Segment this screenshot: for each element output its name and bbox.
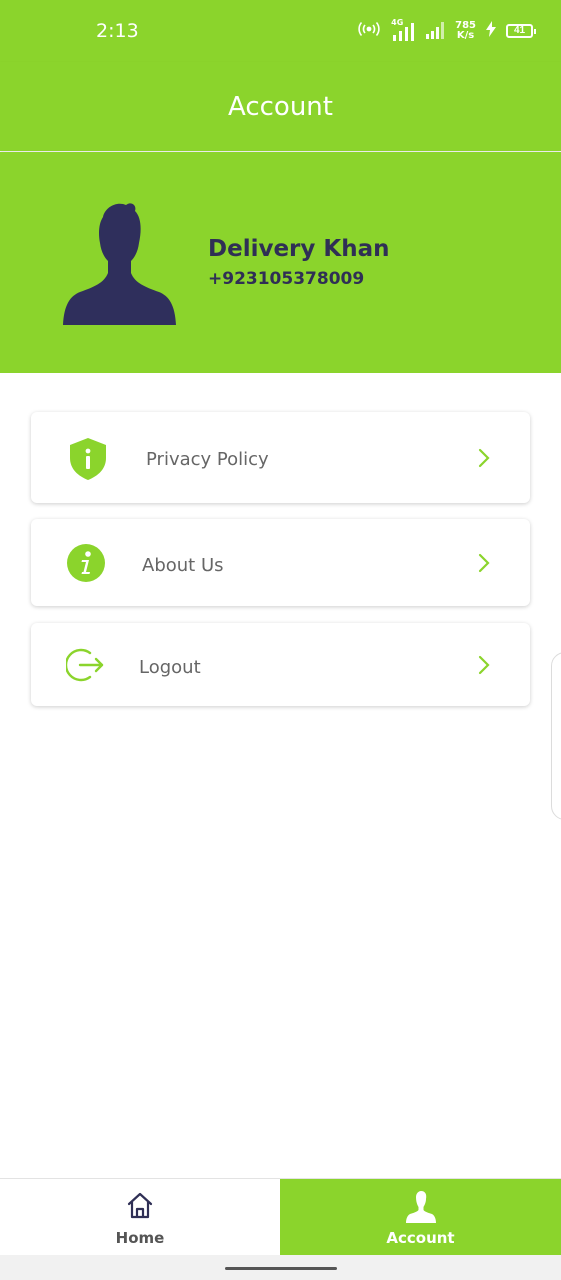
nav-account-label: Account	[386, 1229, 455, 1247]
profile-section: Delivery Khan +923105378009	[0, 152, 561, 373]
menu-item-logout[interactable]: Logout	[31, 623, 530, 706]
chevron-right-icon	[478, 448, 490, 468]
user-icon	[405, 1191, 436, 1223]
nav-account[interactable]: Account	[280, 1179, 561, 1256]
user-silhouette-icon	[63, 203, 176, 325]
shield-info-icon	[70, 438, 106, 480]
menu-item-about-us[interactable]: About Us	[31, 519, 530, 606]
cellular-4g-icon: 4G	[391, 18, 415, 42]
charging-icon	[486, 20, 496, 42]
edge-panel-handle[interactable]	[551, 652, 561, 820]
profile-phone: +923105378009	[208, 269, 365, 289]
signal-icon	[425, 19, 445, 44]
gesture-area	[0, 1255, 561, 1280]
status-bar: 2:13 4G 785 K/s 41	[0, 0, 561, 62]
home-icon	[127, 1192, 153, 1219]
info-circle-icon	[67, 544, 105, 582]
menu-item-privacy-policy[interactable]: Privacy Policy	[31, 412, 530, 503]
app-header: Account	[0, 62, 561, 151]
menu-item-label: Privacy Policy	[146, 449, 269, 470]
battery-level: 41	[513, 25, 526, 36]
status-icons: 4G 785 K/s 41	[357, 18, 536, 44]
chevron-right-icon	[478, 553, 490, 573]
bottom-nav: Home Account	[0, 1178, 561, 1256]
menu-item-label: Logout	[139, 657, 201, 678]
nav-home-label: Home	[115, 1229, 165, 1247]
battery-icon: 41	[506, 24, 536, 38]
nav-home[interactable]: Home	[0, 1179, 280, 1256]
page-title: Account	[228, 91, 333, 122]
chevron-right-icon	[478, 655, 490, 675]
status-time: 2:13	[96, 20, 139, 42]
profile-name: Delivery Khan	[208, 236, 390, 262]
logout-icon	[66, 648, 104, 682]
speed-unit: K/s	[456, 30, 475, 41]
gesture-handle[interactable]	[225, 1267, 337, 1270]
menu-item-label: About Us	[142, 555, 224, 576]
hotspot-icon	[357, 20, 381, 43]
network-speed: 785 K/s	[455, 21, 476, 41]
